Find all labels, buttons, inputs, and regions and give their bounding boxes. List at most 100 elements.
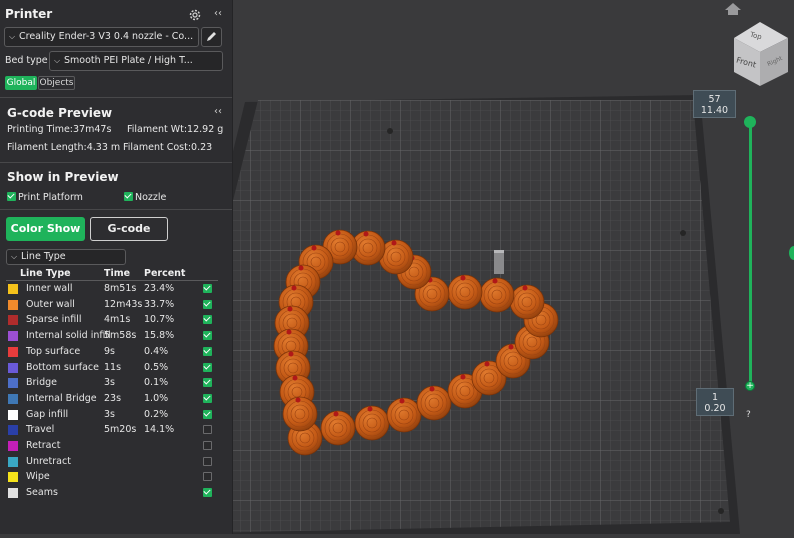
layer-slider[interactable]: + 57 11.40 1 0.20 ? [690, 88, 790, 428]
gcode-preview-title: G-code Preview [7, 106, 113, 120]
collapse-preview-icon[interactable]: ‹‹ [214, 106, 222, 117]
model-top-surface [367, 406, 373, 412]
line-type-percent: 23.4% [144, 283, 175, 294]
line-type-time: 23s [104, 392, 122, 404]
line-type-visibility-checkbox[interactable] [203, 362, 212, 372]
model-top-surface [484, 361, 490, 367]
color-swatch [8, 441, 18, 451]
model-top-surface [291, 285, 297, 291]
layer-slider-top-thumb[interactable] [744, 116, 756, 128]
view-cube[interactable]: Top Front Right [730, 16, 794, 86]
col-header-percent: Percent [144, 268, 186, 279]
line-type-visibility-checkbox[interactable] [203, 346, 212, 356]
line-type-visibility-checkbox[interactable] [203, 331, 212, 341]
color-swatch [8, 456, 18, 467]
bed-type-select[interactable]: ⌵ Smooth PEI Plate / High T... [49, 51, 223, 71]
line-type-time: 5m58s [104, 330, 137, 342]
color-swatch [8, 393, 18, 404]
line-type-label: Travel [26, 424, 55, 436]
line-type-visibility-checkbox[interactable] [203, 315, 212, 325]
printer-section-title: Printer [5, 7, 53, 21]
color-swatch [8, 472, 18, 483]
model-sphere [354, 405, 390, 441]
color-swatch [8, 346, 18, 357]
line-type-visibility-checkbox[interactable] [203, 425, 212, 435]
color-swatch [8, 315, 18, 326]
nozzle-checkbox[interactable] [124, 192, 133, 201]
help-icon[interactable]: ? [746, 410, 751, 420]
print-platform-label: Print Platform [18, 192, 83, 203]
layer-top-label: 57 11.40 [693, 90, 736, 118]
left-sidebar: Printer ‹‹ ⌵ Creality Ender-3 V3 0.4 nozz… [0, 0, 233, 534]
collapse-panel-icon[interactable]: ‹‹ [214, 8, 222, 19]
line-type-percent: 33.7% [144, 298, 175, 310]
view-type-value: Line Type [21, 251, 66, 262]
chevron-down-icon: ⌵ [8, 32, 16, 41]
model-top-surface [287, 306, 293, 312]
line-type-label: Internal solid infill [26, 330, 111, 342]
model-top-surface [292, 375, 298, 381]
model-top-surface [460, 374, 466, 380]
color-show-button[interactable]: Color Show [6, 217, 85, 241]
chevron-down-icon: ⌵ [10, 252, 18, 261]
line-type-visibility-checkbox[interactable] [203, 472, 212, 482]
line-type-label: Retract [26, 440, 61, 451]
model-top-surface [492, 278, 498, 284]
color-swatch [8, 488, 18, 499]
bottom-layer-number: 1 [711, 392, 719, 403]
line-type-visibility-checkbox[interactable] [203, 441, 212, 450]
line-type-label: Inner wall [26, 283, 73, 294]
line-type-visibility-checkbox[interactable] [203, 393, 212, 403]
line-type-label: Top surface [26, 345, 81, 357]
tab-objects[interactable]: Objects [38, 76, 75, 90]
line-type-label: Sparse infill [26, 314, 82, 326]
line-type-visibility-checkbox[interactable] [203, 284, 212, 293]
printing-time: Printing Time:37m47s [7, 124, 112, 135]
line-type-label: Unretract [26, 455, 71, 467]
line-type-label: Bottom surface [26, 361, 99, 373]
line-type-label: Seams [26, 487, 58, 499]
line-type-label: Gap infill [26, 408, 69, 420]
model-top-surface [429, 386, 435, 392]
wipe-tower [494, 250, 504, 274]
layer-slider-bottom-thumb[interactable]: + [745, 381, 755, 391]
printer-preset-value: Creality Ender-3 V3 0.4 nozzle - Co... [19, 31, 194, 42]
model-top-surface [286, 329, 292, 335]
line-type-visibility-checkbox[interactable] [203, 378, 212, 388]
print-platform-checkbox[interactable] [7, 192, 16, 201]
line-type-visibility-checkbox[interactable] [203, 409, 212, 419]
line-type-time: 8m51s [104, 283, 137, 294]
plate-screw [680, 230, 686, 236]
line-type-label: Wipe [26, 471, 50, 483]
layer-slider-track [749, 121, 752, 386]
model-sphere [479, 277, 515, 313]
line-type-label: Bridge [26, 377, 57, 389]
horizontal-slider-thumb[interactable] [789, 246, 794, 260]
line-type-time: 4m1s [104, 314, 131, 326]
settings-gear-icon[interactable] [188, 7, 202, 21]
line-type-visibility-checkbox[interactable] [203, 488, 212, 498]
line-type-percent: 0.1% [144, 377, 169, 389]
line-type-time: 9s [104, 345, 115, 357]
line-type-visibility-checkbox[interactable] [203, 456, 212, 466]
line-type-percent: 0.5% [144, 361, 169, 373]
model-top-surface [399, 398, 405, 404]
edit-preset-button[interactable] [201, 27, 222, 47]
pencil-icon [207, 32, 216, 41]
printer-preset-select[interactable]: ⌵ Creality Ender-3 V3 0.4 nozzle - Co... [4, 27, 199, 47]
plate-screw [718, 508, 724, 514]
line-type-label: Outer wall [26, 298, 75, 310]
home-icon[interactable] [725, 0, 741, 15]
col-header-time: Time [104, 268, 131, 279]
model-top-surface [311, 245, 317, 251]
filament-weight: Filament Wt:12.92 g [127, 124, 224, 135]
line-type-visibility-checkbox[interactable] [203, 299, 212, 309]
color-swatch [8, 331, 18, 342]
model-top-surface [295, 397, 301, 403]
view-type-select[interactable]: ⌵ Line Type [6, 249, 126, 265]
line-type-percent: 10.7% [144, 314, 175, 326]
line-type-percent: 0.4% [144, 345, 169, 357]
tab-global[interactable]: Global [5, 76, 37, 90]
gcode-button[interactable]: G-code [90, 217, 168, 241]
model-sphere [447, 274, 483, 310]
